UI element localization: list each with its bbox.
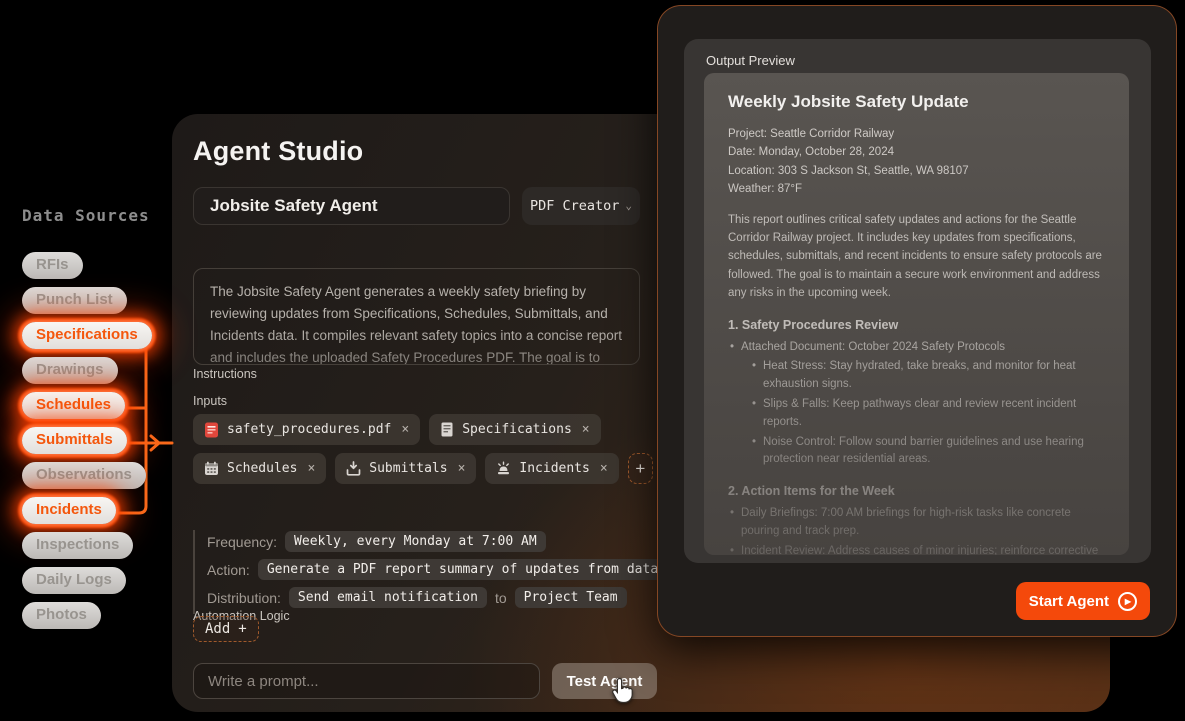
remove-icon[interactable]: × xyxy=(458,461,466,476)
report-sub-bullet: Slips & Falls: Keep pathways clear and r… xyxy=(750,396,1105,432)
frequency-value[interactable]: Weekly, every Monday at 7:00 AM xyxy=(285,531,546,552)
report-sub-bullet: Noise Control: Follow sound barrier guid… xyxy=(750,434,1105,470)
instructions-label: Instructions xyxy=(193,367,257,381)
sidebar-item-specifications[interactable]: Specifications xyxy=(22,322,152,349)
prompt-input[interactable] xyxy=(193,663,540,699)
report-meta-location: Location: 303 S Jackson St, Seattle, WA … xyxy=(728,162,1105,180)
page-title: Agent Studio xyxy=(193,136,363,167)
sidebar-item-rfis[interactable]: RFIs xyxy=(22,252,83,279)
input-chip-specifications[interactable]: Specifications × xyxy=(429,414,600,445)
sidebar-item-daily-logs[interactable]: Daily Logs xyxy=(22,567,126,594)
automation-rules: Frequency: Weekly, every Monday at 7:00 … xyxy=(193,530,667,614)
report-bullet: Incident Review: Address causes of minor… xyxy=(728,543,1105,555)
sidebar-item-incidents[interactable]: Incidents xyxy=(22,497,116,524)
automation-frequency-row: Frequency: Weekly, every Monday at 7:00 … xyxy=(207,530,667,553)
remove-icon[interactable]: × xyxy=(600,461,608,476)
input-chip-incidents[interactable]: Incidents × xyxy=(485,453,618,484)
sidebar-item-observations[interactable]: Observations xyxy=(22,462,146,489)
report-body: Project: Seattle Corridor Railway Date: … xyxy=(728,125,1105,555)
report-meta-weather: Weather: 87°F xyxy=(728,180,1105,198)
input-chip-schedules[interactable]: Schedules × xyxy=(193,453,326,484)
add-label: Add xyxy=(205,621,230,637)
input-chip-submittals[interactable]: Submittals × xyxy=(335,453,476,484)
chip-label: Submittals xyxy=(369,461,447,476)
sidebar-item-drawings[interactable]: Drawings xyxy=(22,357,118,384)
distribution-label: Distribution: xyxy=(207,590,281,606)
start-agent-button[interactable]: Start Agent ▶ xyxy=(1016,582,1150,620)
inbox-tray-icon xyxy=(346,461,361,476)
sidebar-item-schedules[interactable]: Schedules xyxy=(22,392,125,419)
output-type-dropdown[interactable]: PDF Creator ⌄ xyxy=(522,187,640,225)
plus-icon: + xyxy=(238,621,246,637)
output-preview-label: Output Preview xyxy=(706,53,795,68)
report-title: Weekly Jobsite Safety Update xyxy=(728,92,1105,112)
remove-icon[interactable]: × xyxy=(307,461,315,476)
siren-icon xyxy=(496,461,511,476)
output-preview-panel: Output Preview Weekly Jobsite Safety Upd… xyxy=(657,5,1177,637)
data-sources-sidebar: Data Sources RFIs Punch List Specificati… xyxy=(22,206,172,637)
automation-action-row: Action: Generate a PDF report summary of… xyxy=(207,558,667,581)
chip-label: Specifications xyxy=(462,422,572,437)
remove-icon[interactable]: × xyxy=(401,422,409,437)
data-sources-title: Data Sources xyxy=(22,206,172,225)
report-intro: This report outlines critical safety upd… xyxy=(728,211,1105,303)
inputs-chip-list: safety_procedures.pdf × Specifications × xyxy=(193,414,653,492)
report-meta-project: Project: Seattle Corridor Railway xyxy=(728,125,1105,143)
add-input-button[interactable]: + xyxy=(628,453,653,484)
play-icon: ▶ xyxy=(1118,592,1137,611)
report-meta-date: Date: Monday, October 28, 2024 xyxy=(728,143,1105,161)
chip-label: Incidents xyxy=(519,461,589,476)
remove-icon[interactable]: × xyxy=(582,422,590,437)
action-value[interactable]: Generate a PDF report summary of updates… xyxy=(258,559,667,580)
test-agent-button[interactable]: Test Agent xyxy=(552,663,657,699)
report-bullet: Attached Document: October 2024 Safety P… xyxy=(728,339,1105,357)
report-document-preview: Weekly Jobsite Safety Update Project: Se… xyxy=(704,73,1129,555)
distribution-target[interactable]: Project Team xyxy=(515,587,627,608)
report-section-1-title: 1. Safety Procedures Review xyxy=(728,318,1105,332)
input-chip-safety-procedures-pdf[interactable]: safety_procedures.pdf × xyxy=(193,414,420,445)
start-agent-label: Start Agent xyxy=(1029,593,1109,610)
frequency-label: Frequency: xyxy=(207,534,277,550)
instructions-text: The Jobsite Safety Agent generates a wee… xyxy=(210,281,623,365)
agent-name-input[interactable] xyxy=(193,187,510,225)
plus-icon: + xyxy=(635,459,645,479)
automation-distribution-row: Distribution: Send email notification to… xyxy=(207,586,667,609)
output-preview-container: Output Preview Weekly Jobsite Safety Upd… xyxy=(684,39,1151,563)
inputs-label: Inputs xyxy=(193,394,227,408)
distribution-value[interactable]: Send email notification xyxy=(289,587,487,608)
report-sub-bullet: Heat Stress: Stay hydrated, take breaks,… xyxy=(750,358,1105,394)
sidebar-item-photos[interactable]: Photos xyxy=(22,602,101,629)
document-icon xyxy=(440,422,454,437)
sidebar-item-punch-list[interactable]: Punch List xyxy=(22,287,127,314)
report-bullet: Daily Briefings: 7:00 AM briefings for h… xyxy=(728,505,1105,541)
report-section-2-title: 2. Action Items for the Week xyxy=(728,484,1105,498)
pdf-file-icon xyxy=(204,422,219,438)
calendar-icon xyxy=(204,461,219,476)
instructions-textarea[interactable]: The Jobsite Safety Agent generates a wee… xyxy=(193,268,640,365)
sidebar-item-inspections[interactable]: Inspections xyxy=(22,532,133,559)
add-automation-rule-button[interactable]: Add + xyxy=(193,616,259,642)
action-label: Action: xyxy=(207,562,250,578)
distribution-connector: to xyxy=(495,590,507,606)
output-type-value: PDF Creator xyxy=(530,198,619,214)
chip-label: safety_procedures.pdf xyxy=(227,422,391,437)
chevron-down-icon: ⌄ xyxy=(625,199,632,212)
chip-label: Schedules xyxy=(227,461,297,476)
sidebar-item-submittals[interactable]: Submittals xyxy=(22,427,127,454)
